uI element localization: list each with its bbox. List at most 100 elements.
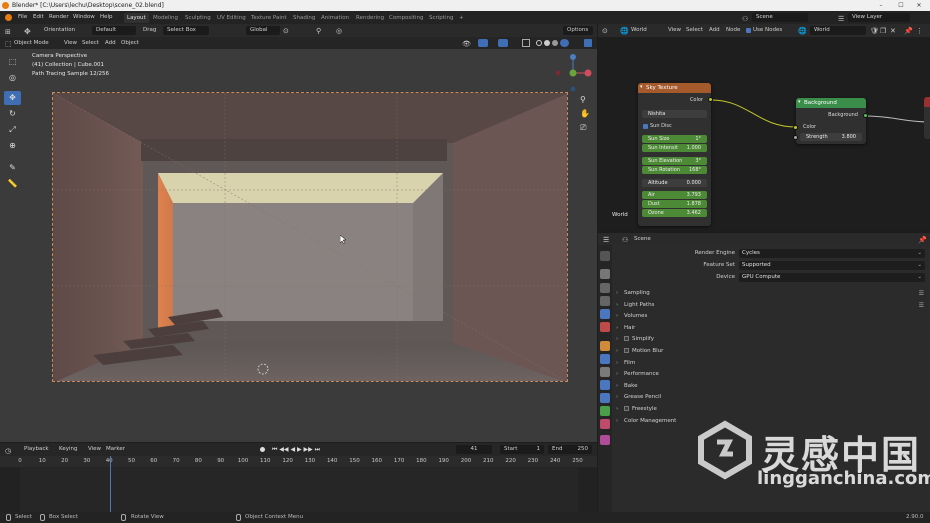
panel-simplify[interactable]: › Simplify xyxy=(616,334,926,345)
panel-freestyle[interactable]: › Freestyle xyxy=(616,404,926,415)
timeline-menu-keying[interactable]: Keying xyxy=(59,443,77,456)
constraints-tab-icon[interactable] xyxy=(600,393,610,403)
cursor-tool-icon[interactable]: ◎ xyxy=(4,71,21,85)
options-dropdown[interactable]: Options xyxy=(563,26,593,35)
tab-texture-paint[interactable]: Texture Paint xyxy=(248,13,290,23)
timeline-menu-view[interactable]: View xyxy=(88,443,101,456)
maximize-button[interactable]: ☐ xyxy=(894,0,908,11)
panel-light-paths[interactable]: › Light Paths ☰ xyxy=(616,300,926,311)
wireframe-shading-icon[interactable] xyxy=(536,40,542,46)
sky-color-output-socket[interactable] xyxy=(708,97,713,102)
timeline-track-area[interactable] xyxy=(0,456,597,512)
3d-viewport[interactable]: Camera Perspective (41) Collection | Cub… xyxy=(0,49,597,442)
tab-rendering[interactable]: Rendering xyxy=(353,13,387,23)
navigation-gizmo[interactable] xyxy=(550,51,596,97)
ozone-field[interactable]: Ozone 3.462 xyxy=(642,209,707,217)
dust-field[interactable]: Dust 1.878 xyxy=(642,200,707,208)
sidebar-toggle-icon[interactable] xyxy=(584,39,592,47)
timeline-ruler[interactable]: 0102030405060708090100110120130140150160… xyxy=(0,456,597,467)
panel-enable-checkbox[interactable] xyxy=(624,336,629,342)
camera-view-icon[interactable]: ⎚ xyxy=(580,123,586,133)
render-tab-icon[interactable] xyxy=(600,269,610,279)
menu-file[interactable]: File xyxy=(18,11,27,24)
feature-set-selector[interactable]: Supported ⌄ xyxy=(739,261,925,270)
zoom-icon[interactable]: ⚲ xyxy=(580,95,586,104)
gizmo-icon[interactable] xyxy=(478,39,488,47)
viewport-menu-add[interactable]: Add xyxy=(105,37,116,49)
tab-compositing[interactable]: Compositing xyxy=(386,13,426,23)
modifier-tab-icon[interactable] xyxy=(600,354,610,364)
viewport-menu-object[interactable]: Object xyxy=(121,37,139,49)
sun-rotation-field[interactable]: Sun Rotation 168° xyxy=(642,166,707,174)
world-output-node-partial[interactable] xyxy=(924,97,930,139)
background-node[interactable]: Background ▾ Background Color Strength 3… xyxy=(796,98,866,144)
tool-tab-icon[interactable] xyxy=(600,251,610,261)
menu-render[interactable]: Render xyxy=(49,11,69,24)
strength-input-socket[interactable] xyxy=(793,135,798,140)
strength-field[interactable]: Strength 3.800 xyxy=(800,133,862,141)
pan-hand-icon[interactable]: ✋ xyxy=(580,109,590,118)
editor-type-icon[interactable]: ⊞ xyxy=(5,26,17,36)
world-tab-icon[interactable] xyxy=(600,322,610,332)
start-frame-field[interactable]: Start 1 xyxy=(500,445,544,454)
use-nodes-checkbox[interactable] xyxy=(746,28,751,33)
blender-menu-icon[interactable] xyxy=(5,14,12,21)
add-workspace-button[interactable]: + xyxy=(456,13,467,23)
world-data-field[interactable]: World xyxy=(810,26,866,35)
panel-performance[interactable]: › Performance xyxy=(616,369,926,380)
move-tool-icon[interactable]: ✥ xyxy=(4,91,21,105)
texture-tab-icon[interactable] xyxy=(600,435,610,445)
material-tab-icon[interactable] xyxy=(600,419,610,429)
background-color-input-socket[interactable] xyxy=(793,125,798,130)
record-icon[interactable] xyxy=(260,447,265,452)
device-selector[interactable]: GPU Compute ⌄ xyxy=(739,273,925,282)
node-menu-view[interactable]: View xyxy=(668,24,681,37)
scale-tool-icon[interactable]: ⤢ xyxy=(4,123,21,137)
select-tool-icon[interactable]: ⬚ xyxy=(4,55,21,69)
viewport-menu-select[interactable]: Select xyxy=(82,37,99,49)
shader-type-selector[interactable]: World xyxy=(631,24,647,37)
sun-disc-checkbox[interactable] xyxy=(643,124,648,129)
sky-type-selector[interactable]: Nishita xyxy=(642,110,707,118)
drag-selector[interactable]: Select Box xyxy=(163,26,209,35)
sky-texture-node[interactable]: Sky Texture ▾ Color Nishita Sun Disc Sun… xyxy=(638,83,711,226)
output-tab-icon[interactable] xyxy=(600,283,610,293)
panel-bake[interactable]: › Bake xyxy=(616,381,926,392)
solid-shading-icon[interactable] xyxy=(544,40,550,46)
xray-icon[interactable] xyxy=(522,39,530,47)
scene-tab-icon[interactable] xyxy=(600,309,610,319)
background-output-socket[interactable] xyxy=(863,113,868,118)
air-field[interactable]: Air 3.793 xyxy=(642,191,707,199)
object-mode-selector[interactable]: Object Mode xyxy=(14,37,49,49)
transform-orientation-selector[interactable]: Global xyxy=(246,26,280,35)
node-menu-select[interactable]: Select xyxy=(686,24,703,37)
panel-sampling[interactable]: › Sampling ☰ xyxy=(616,288,926,299)
end-frame-field[interactable]: End 250 xyxy=(548,445,592,454)
playback-controls[interactable]: ⏮ ◀◀ ◀ ▶ ▶▶ ⏭ xyxy=(272,443,320,456)
measure-tool-icon[interactable]: 📏 xyxy=(4,177,21,191)
view-layer-tab-icon[interactable] xyxy=(600,296,610,306)
tab-animation[interactable]: Animation xyxy=(318,13,352,23)
panel-enable-checkbox[interactable] xyxy=(624,406,629,411)
rotate-tool-icon[interactable]: ↻ xyxy=(4,107,21,121)
material-shading-icon[interactable] xyxy=(552,40,558,46)
sun-elevation-field[interactable]: Sun Elevation 3° xyxy=(642,157,707,165)
annotate-tool-icon[interactable]: ✎ xyxy=(4,161,21,175)
viewport-menu-view[interactable]: View xyxy=(64,37,77,49)
panel-grease-pencil[interactable]: › Grease Pencil xyxy=(616,392,926,403)
presets-list-icon[interactable]: ☰ xyxy=(919,300,924,311)
menu-edit[interactable]: Edit xyxy=(33,11,44,24)
overlay-icon[interactable] xyxy=(498,39,508,47)
data-tab-icon[interactable] xyxy=(600,406,610,416)
timeline-menu-playback[interactable]: Playback xyxy=(24,443,49,456)
sun-size-field[interactable]: Sun Size 1° xyxy=(642,135,707,143)
node-collapse-icon[interactable]: ▾ xyxy=(798,99,801,105)
tab-sculpting[interactable]: Sculpting xyxy=(182,13,214,23)
tab-scripting[interactable]: Scripting xyxy=(426,13,456,23)
node-menu-add[interactable]: Add xyxy=(709,24,720,37)
panel-volumes[interactable]: › Volumes xyxy=(616,311,926,322)
panel-enable-checkbox[interactable] xyxy=(624,348,629,353)
panel-film[interactable]: › Film xyxy=(616,358,926,369)
minimize-button[interactable]: – xyxy=(874,0,888,11)
tab-layout[interactable]: Layout xyxy=(124,13,149,23)
